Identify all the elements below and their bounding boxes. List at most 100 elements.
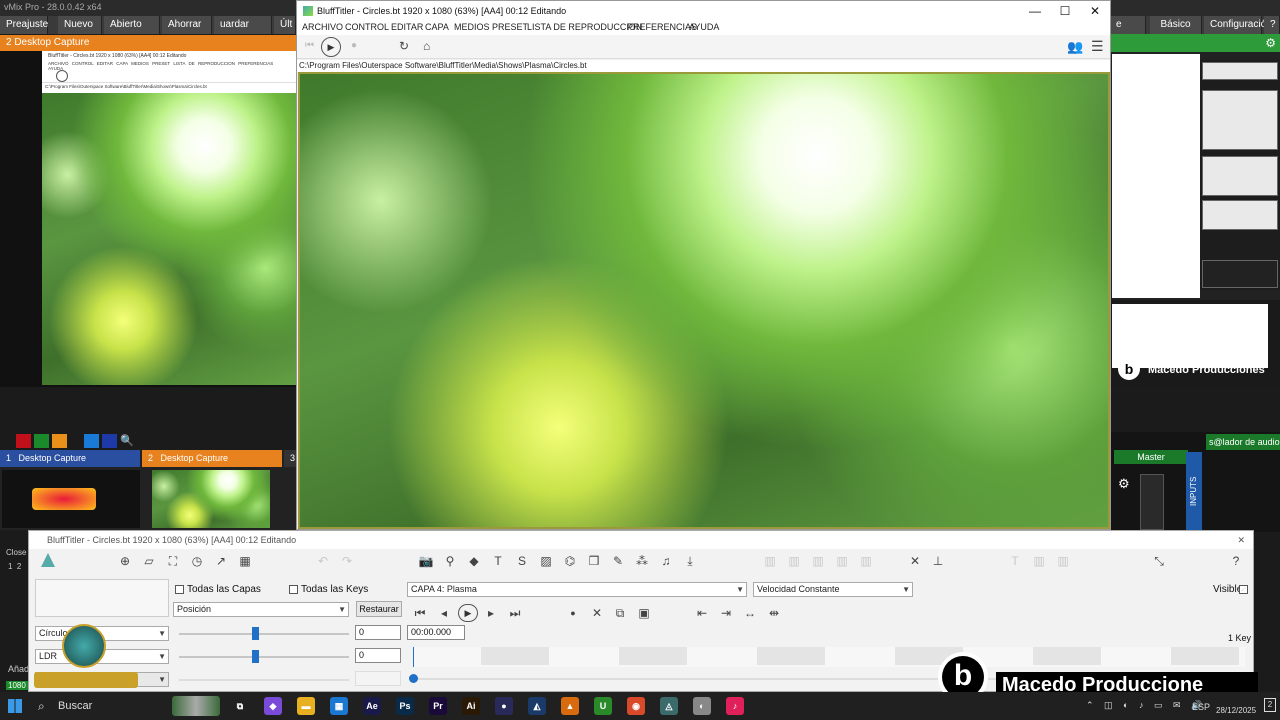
camera-icon[interactable]: 📷 (418, 553, 434, 569)
swatch-blue[interactable] (84, 434, 99, 448)
crop-icon[interactable]: ⛶ (165, 553, 181, 569)
param1-value-field[interactable]: 0 (355, 625, 401, 640)
menu-editar[interactable]: EDITAR (391, 22, 423, 32)
split-icon[interactable]: ⇹ (766, 605, 782, 621)
param1-slider-thumb[interactable] (252, 627, 260, 640)
close-x-icon[interactable]: ✕ (907, 553, 923, 569)
app-u-icon[interactable]: U (594, 697, 612, 715)
text-icon[interactable]: T (490, 553, 506, 569)
photoshop-icon[interactable]: Ps (396, 697, 414, 715)
jump-start-icon[interactable]: ⇤ (694, 605, 710, 621)
app-w-icon[interactable]: ◐ (693, 697, 711, 715)
vmix-menu-last[interactable]: Últ (274, 16, 296, 34)
maximize-button[interactable]: ☐ (1050, 1, 1080, 21)
swatch-red[interactable] (16, 434, 31, 448)
refresh-icon[interactable]: ↻ (399, 39, 409, 53)
add-icon[interactable]: ⊕ (117, 553, 133, 569)
vlc-icon[interactable]: ▲ (561, 697, 579, 715)
play-icon[interactable]: ▶ (321, 37, 341, 57)
copy-icon[interactable]: ⧉ (612, 605, 628, 621)
users-icon[interactable]: 👥 (1067, 39, 1083, 55)
record-icon[interactable]: ● (565, 605, 581, 621)
master-fader[interactable] (1140, 474, 1164, 530)
gear-icon[interactable]: ⚙ (1265, 36, 1276, 50)
menu-preset[interactable]: PRESET (492, 22, 528, 32)
home-icon[interactable]: ⌂ (423, 39, 430, 53)
menu-control[interactable]: CONTROL (345, 22, 389, 32)
export-icon[interactable]: ↗ (213, 553, 229, 569)
input-3-header[interactable]: 3 (284, 450, 296, 467)
speed-select[interactable]: Velocidad Constante ▼ (753, 582, 913, 597)
add-input-label[interactable]: Añad (8, 664, 29, 674)
file-explorer-icon[interactable]: ▬ (297, 697, 315, 715)
input-2-thumb[interactable] (152, 470, 270, 528)
premiere-icon[interactable]: Pr (429, 697, 447, 715)
close-button[interactable]: ✕ (1080, 1, 1110, 21)
param2-slider-track[interactable] (179, 656, 349, 658)
swatch-orange[interactable] (52, 434, 67, 448)
grid-icon[interactable]: ▦ (237, 553, 253, 569)
redo-icon[interactable]: ↷ (339, 553, 355, 569)
stop-icon[interactable]: ● (351, 40, 357, 51)
store-icon[interactable]: ▦ (330, 697, 348, 715)
tool-dim-6-icon[interactable]: T (1007, 553, 1023, 569)
tray-icons[interactable]: ⌃ ◫ ◐ ♪ ▭ ✉ 🔊 (1086, 700, 1206, 711)
layer-select[interactable]: CAPA 4: Plasma ▼ (407, 582, 747, 597)
clock-date[interactable]: 28/12/2025 (1216, 706, 1256, 715)
image-icon[interactable]: ▨ (538, 553, 554, 569)
download-icon[interactable]: ⤓ (682, 553, 698, 569)
vmix-menu-open[interactable]: Abierto (104, 16, 160, 34)
inputs-vertical-tab[interactable]: INPUTS (1186, 452, 1202, 530)
scrub-handle[interactable] (409, 674, 418, 683)
jump-end-icon[interactable]: ⇥ (718, 605, 734, 621)
prev-icon[interactable]: ⏮ (305, 40, 314, 51)
tool-dim-7-icon[interactable]: ▥ (1031, 553, 1047, 569)
stretch-icon[interactable]: ↔ (742, 605, 758, 621)
resize-icon[interactable]: ⤡ (1151, 553, 1167, 569)
tool-dim-2-icon[interactable]: ▥ (786, 553, 802, 569)
bottom-align-icon[interactable]: ⊥ (930, 553, 946, 569)
vmix-menu-new[interactable]: Nuevo (58, 16, 102, 34)
windows-start-icon[interactable] (8, 699, 22, 713)
timeline-cursor[interactable] (413, 647, 414, 667)
swatch-navy[interactable] (102, 434, 117, 448)
drop-icon[interactable]: ◆ (466, 553, 482, 569)
search-icon[interactable]: 🔍 (120, 434, 134, 447)
notification-badge[interactable]: 2 (1264, 698, 1276, 712)
chrome-icon[interactable]: ◉ (627, 697, 645, 715)
input-2-header[interactable]: 2 Desktop Capture (142, 450, 282, 467)
menu-lista-reproduccion[interactable]: LISTA DE REPRODUCCION (527, 22, 642, 32)
prev-frame-icon[interactable]: ◂ (436, 605, 452, 621)
tool-dim-1-icon[interactable]: ▥ (762, 553, 778, 569)
illustrator-icon[interactable]: Ai (462, 697, 480, 715)
menu-ayuda[interactable]: AYUDA (689, 22, 719, 32)
close-label[interactable]: Close (6, 548, 26, 557)
all-keys-checkbox[interactable] (289, 585, 298, 594)
delete-key-icon[interactable]: ✕ (589, 605, 605, 621)
all-layers-checkbox[interactable] (175, 585, 184, 594)
obs-icon[interactable]: ● (495, 697, 513, 715)
bt-render-viewport[interactable] (298, 72, 1110, 529)
property-select[interactable]: Posición ▼ (173, 602, 349, 617)
time-field[interactable]: 00:00.000 (407, 625, 465, 640)
vmix-menu-help[interactable]: ? (1264, 16, 1280, 34)
input-1-thumb[interactable] (2, 470, 140, 528)
cube-icon[interactable]: ❒ (586, 553, 602, 569)
editor-play-icon[interactable]: ▶ (458, 604, 478, 622)
vmix-menu-save-as[interactable]: uardar com (214, 16, 272, 48)
input-1-header[interactable]: 1 Desktop Capture (0, 450, 140, 467)
brush-icon[interactable]: ✎ (610, 553, 626, 569)
next-frame-icon[interactable]: ▸ (483, 605, 499, 621)
editor-close-button[interactable]: ✕ (1237, 531, 1245, 549)
param1-slider-track[interactable] (179, 633, 349, 635)
tool-dim-3-icon[interactable]: ▥ (810, 553, 826, 569)
vmix-menu-basic[interactable]: Básico (1150, 16, 1202, 34)
minimize-button[interactable]: — (1020, 1, 1050, 21)
vmix-menu-settings[interactable]: Configuración (1204, 16, 1272, 34)
path-icon[interactable]: ⌬ (562, 553, 578, 569)
first-frame-icon[interactable]: ⏮ (412, 605, 428, 621)
hamburger-icon[interactable]: ☰ (1091, 38, 1104, 55)
vmix-menu-preset[interactable]: Preajuste (0, 16, 48, 34)
taskbar-search[interactable]: ⌕ Buscar (30, 694, 220, 718)
param3-slider-track[interactable] (179, 679, 349, 681)
